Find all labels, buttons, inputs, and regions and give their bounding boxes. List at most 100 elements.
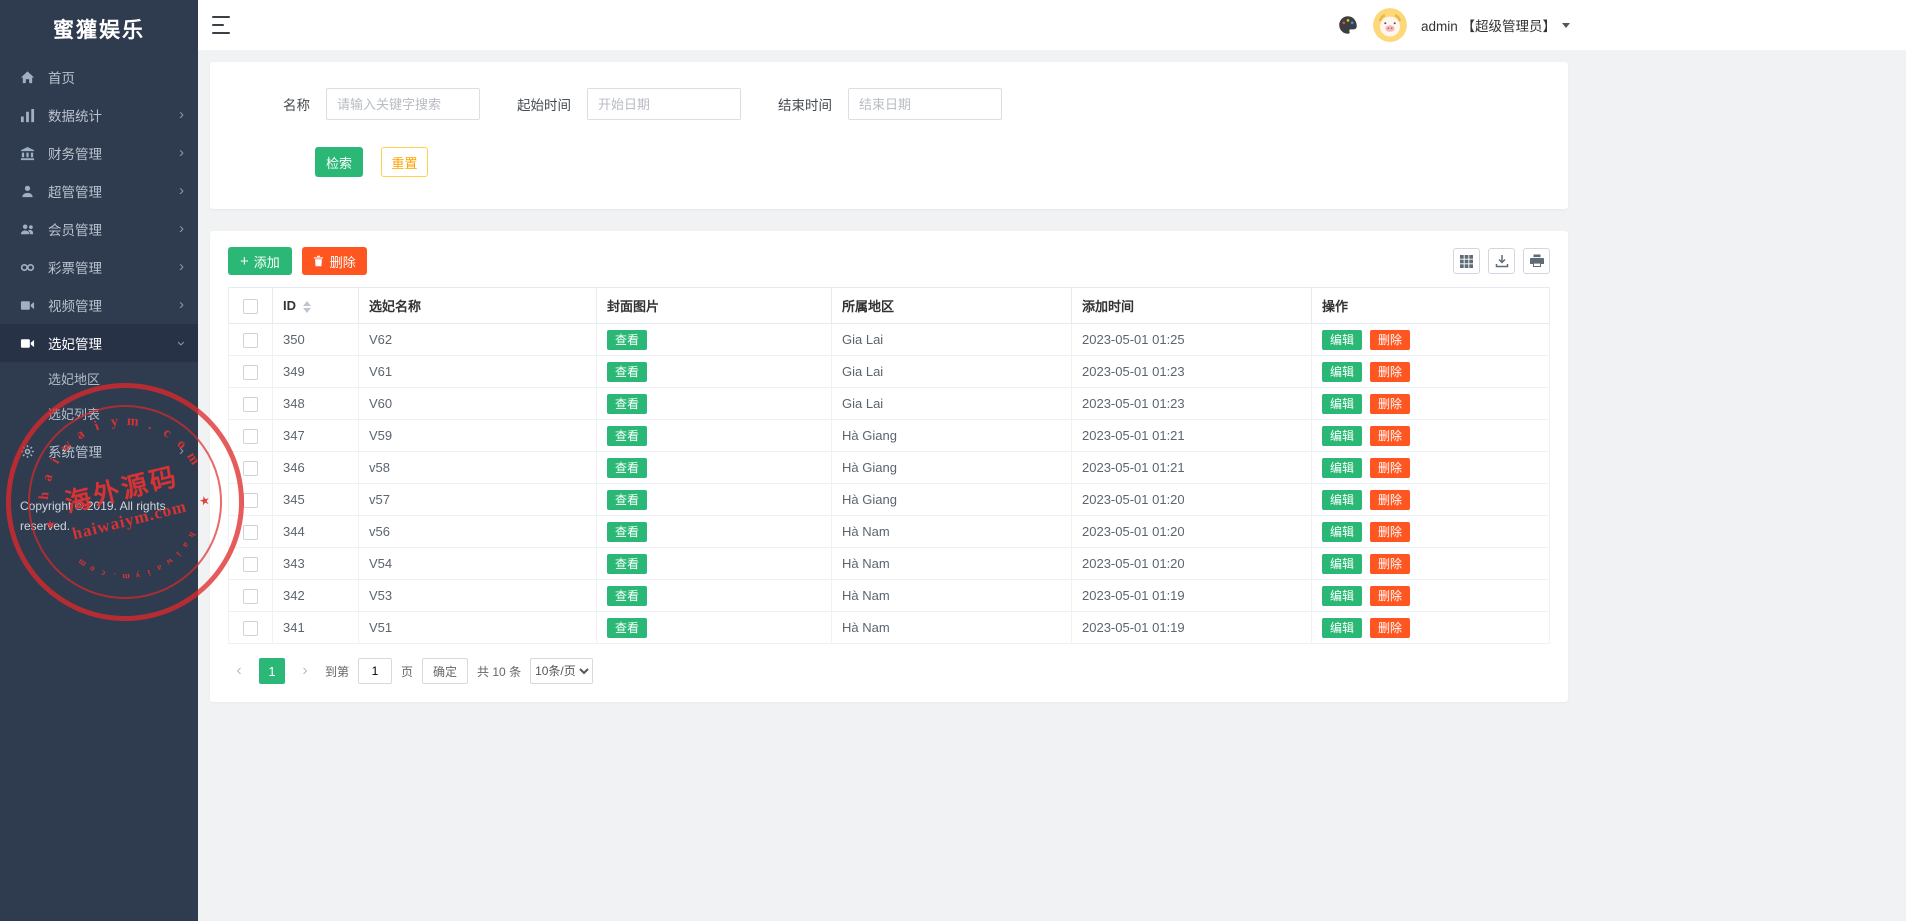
row-checkbox[interactable] xyxy=(243,525,258,540)
edit-button[interactable]: 编辑 xyxy=(1322,618,1362,638)
delete-button[interactable]: 删除 xyxy=(1370,554,1410,574)
row-region: Gia Lai xyxy=(832,356,1072,388)
user-dropdown[interactable]: admin 【超级管理员】 xyxy=(1421,15,1570,35)
edit-button[interactable]: 编辑 xyxy=(1322,522,1362,542)
start-date-input[interactable] xyxy=(587,88,741,120)
view-button[interactable]: 查看 xyxy=(607,362,647,382)
edit-button[interactable]: 编辑 xyxy=(1322,586,1362,606)
row-id: 343 xyxy=(273,548,359,580)
prev-page-button[interactable]: ‹ xyxy=(228,662,250,680)
row-id: 349 xyxy=(273,356,359,388)
user-avatar[interactable] xyxy=(1373,8,1407,42)
select-all-checkbox[interactable] xyxy=(243,299,258,314)
chevron-right-icon: › xyxy=(179,145,184,160)
edit-button[interactable]: 编辑 xyxy=(1322,394,1362,414)
column-header-name: 选妃名称 xyxy=(359,288,597,324)
row-time: 2023-05-01 01:19 xyxy=(1072,612,1312,644)
sidebar-item[interactable]: 彩票管理› xyxy=(0,248,198,286)
row-checkbox[interactable] xyxy=(243,333,258,348)
edit-button[interactable]: 编辑 xyxy=(1322,426,1362,446)
sidebar-item[interactable]: 财务管理› xyxy=(0,134,198,172)
row-checkbox[interactable] xyxy=(243,397,258,412)
delete-button[interactable]: 删除 xyxy=(1370,426,1410,446)
current-page-button[interactable]: 1 xyxy=(259,658,285,684)
view-button[interactable]: 查看 xyxy=(607,522,647,542)
column-header-id[interactable]: ID xyxy=(273,288,359,324)
name-label: 名称 xyxy=(283,94,310,114)
row-name: v56 xyxy=(359,516,597,548)
search-button[interactable]: 检索 xyxy=(315,147,363,177)
columns-icon[interactable] xyxy=(1453,248,1480,274)
column-header-region: 所属地区 xyxy=(832,288,1072,324)
sidebar-subitem[interactable]: 选妃列表 xyxy=(0,397,198,432)
edit-button[interactable]: 编辑 xyxy=(1322,554,1362,574)
main-content: 名称 起始时间 结束时间 检索 重置 + 添加 删除 xyxy=(198,50,1906,921)
row-checkbox[interactable] xyxy=(243,493,258,508)
delete-button[interactable]: 删除 xyxy=(1370,330,1410,350)
delete-button[interactable]: 删除 xyxy=(1370,490,1410,510)
row-region: Hà Nam xyxy=(832,548,1072,580)
row-checkbox[interactable] xyxy=(243,365,258,380)
video-icon xyxy=(20,297,37,313)
delete-button[interactable]: 删除 xyxy=(1370,394,1410,414)
next-page-button[interactable]: › xyxy=(294,662,316,680)
delete-button[interactable]: 删除 xyxy=(1370,618,1410,638)
view-button[interactable]: 查看 xyxy=(607,618,647,638)
chevron-down-icon xyxy=(1562,23,1570,28)
end-date-input[interactable] xyxy=(848,88,1002,120)
view-button[interactable]: 查看 xyxy=(607,490,647,510)
sidebar-item[interactable]: 超管管理› xyxy=(0,172,198,210)
row-time: 2023-05-01 01:19 xyxy=(1072,580,1312,612)
reset-button[interactable]: 重置 xyxy=(381,147,428,177)
edit-button[interactable]: 编辑 xyxy=(1322,362,1362,382)
row-region: Hà Giang xyxy=(832,420,1072,452)
row-id: 345 xyxy=(273,484,359,516)
delete-button[interactable]: 删除 xyxy=(1370,458,1410,478)
video-icon xyxy=(20,335,37,351)
edit-button[interactable]: 编辑 xyxy=(1322,330,1362,350)
row-region: Hà Nam xyxy=(832,516,1072,548)
view-button[interactable]: 查看 xyxy=(607,554,647,574)
row-checkbox[interactable] xyxy=(243,557,258,572)
delete-button[interactable]: 删除 xyxy=(1370,586,1410,606)
sidebar-item[interactable]: 系统管理› xyxy=(0,432,198,470)
row-checkbox[interactable] xyxy=(243,429,258,444)
row-region: Gia Lai xyxy=(832,388,1072,420)
bulk-delete-button[interactable]: 删除 xyxy=(302,247,367,275)
edit-button[interactable]: 编辑 xyxy=(1322,490,1362,510)
page-size-select[interactable]: 10条/页 xyxy=(530,658,593,684)
row-id: 341 xyxy=(273,612,359,644)
view-button[interactable]: 查看 xyxy=(607,426,647,446)
print-icon[interactable] xyxy=(1523,248,1550,274)
sidebar-item[interactable]: 选妃管理› xyxy=(0,324,198,362)
sidebar-subitem[interactable]: 选妃地区 xyxy=(0,362,198,397)
menu-toggle-icon[interactable] xyxy=(212,16,232,34)
row-checkbox[interactable] xyxy=(243,589,258,604)
sort-icon[interactable] xyxy=(303,301,311,313)
goto-page-input[interactable] xyxy=(358,658,392,684)
sidebar-item[interactable]: 数据统计› xyxy=(0,96,198,134)
goto-confirm-button[interactable]: 确定 xyxy=(422,658,468,684)
sidebar-item[interactable]: 首页 xyxy=(0,58,198,96)
row-checkbox[interactable] xyxy=(243,621,258,636)
view-button[interactable]: 查看 xyxy=(607,458,647,478)
view-button[interactable]: 查看 xyxy=(607,330,647,350)
plus-icon: + xyxy=(240,254,249,269)
sidebar-item[interactable]: 会员管理› xyxy=(0,210,198,248)
row-id: 347 xyxy=(273,420,359,452)
keyword-input[interactable] xyxy=(326,88,480,120)
view-button[interactable]: 查看 xyxy=(607,394,647,414)
row-time: 2023-05-01 01:20 xyxy=(1072,484,1312,516)
add-button[interactable]: + 添加 xyxy=(228,247,292,275)
view-button[interactable]: 查看 xyxy=(607,586,647,606)
row-id: 348 xyxy=(273,388,359,420)
admin-label: admin 【超级管理员】 xyxy=(1421,15,1556,35)
theme-palette-icon[interactable] xyxy=(1337,14,1359,36)
edit-button[interactable]: 编辑 xyxy=(1322,458,1362,478)
sidebar-item[interactable]: 视频管理› xyxy=(0,286,198,324)
export-icon[interactable] xyxy=(1488,248,1515,274)
row-checkbox[interactable] xyxy=(243,461,258,476)
delete-button[interactable]: 删除 xyxy=(1370,362,1410,382)
sidebar-menu: 首页数据统计›财务管理›超管管理›会员管理›彩票管理›视频管理›选妃管理›选妃地… xyxy=(0,58,198,470)
delete-button[interactable]: 删除 xyxy=(1370,522,1410,542)
